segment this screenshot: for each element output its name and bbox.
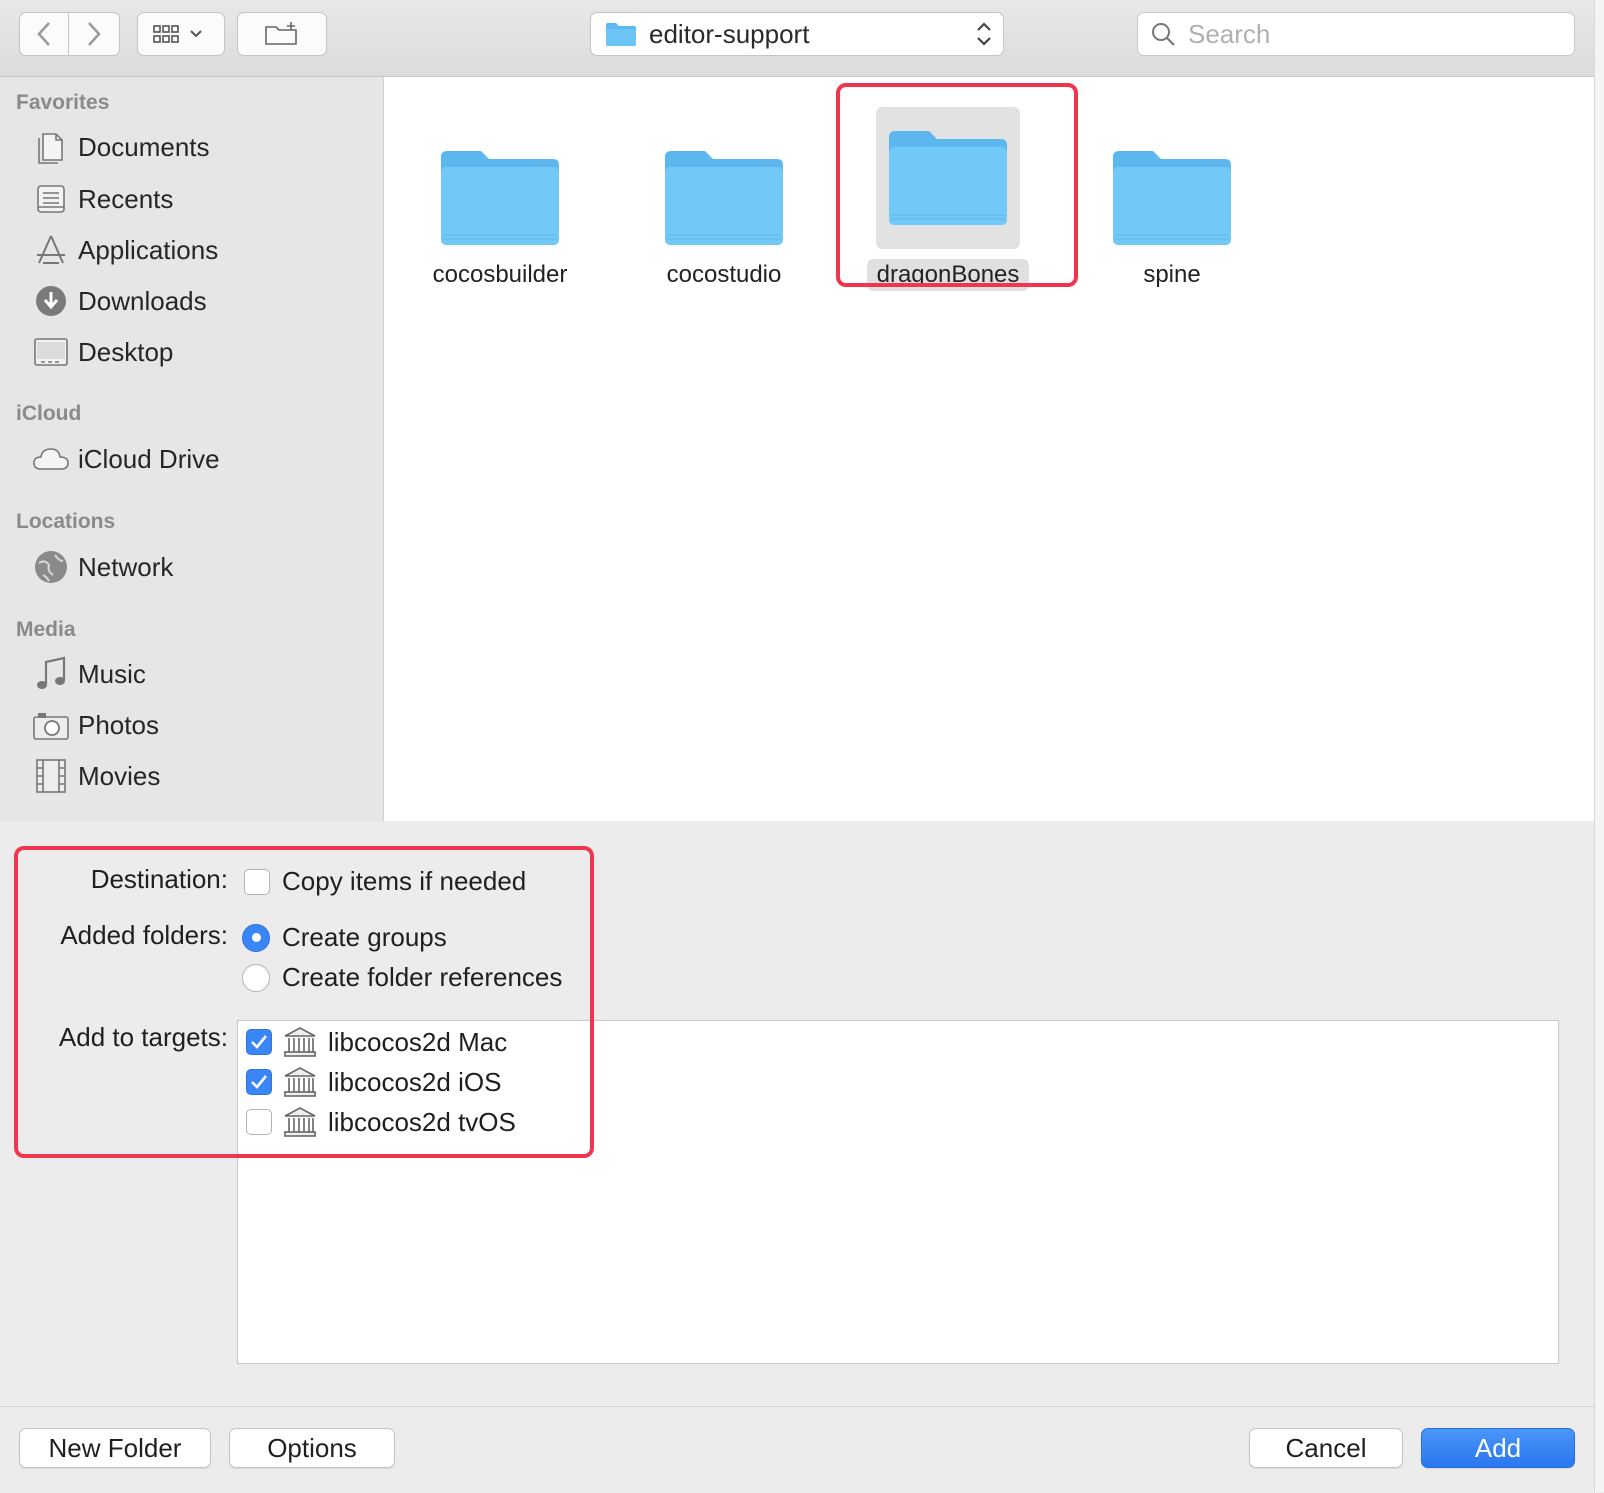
chevron-right-icon bbox=[88, 22, 101, 46]
sidebar-section-locations: Locations bbox=[16, 510, 116, 533]
sidebar-item-movies[interactable]: Movies bbox=[32, 754, 160, 798]
sidebar-item-icloud-drive[interactable]: iCloud Drive bbox=[32, 437, 220, 481]
film-icon bbox=[32, 758, 70, 794]
desktop-icon bbox=[32, 334, 70, 370]
camera-icon bbox=[32, 707, 70, 743]
path-popup[interactable]: editor-support bbox=[590, 12, 1004, 56]
search-icon bbox=[1152, 23, 1175, 46]
music-note-icon bbox=[32, 656, 70, 692]
sidebar-item-label: Movies bbox=[78, 760, 161, 791]
sidebar-item-documents[interactable]: Documents bbox=[32, 125, 210, 169]
back-button[interactable] bbox=[19, 12, 69, 56]
sidebar-item-applications[interactable]: Applications bbox=[32, 228, 218, 272]
cloud-icon bbox=[32, 441, 70, 477]
sidebar-item-label: Music bbox=[78, 658, 146, 689]
sidebar-section-favorites: Favorites bbox=[16, 91, 110, 114]
network-globe-icon bbox=[32, 549, 70, 585]
new-folder-toolbar-button[interactable] bbox=[237, 12, 327, 56]
folder-thumb bbox=[1100, 107, 1244, 249]
sidebar-item-network[interactable]: Network bbox=[32, 545, 173, 589]
add-button[interactable]: Add bbox=[1421, 1428, 1575, 1468]
sidebar: Favorites Documents Recents Applications… bbox=[0, 77, 384, 821]
recents-icon bbox=[32, 181, 70, 217]
sidebar-item-desktop[interactable]: Desktop bbox=[32, 330, 173, 374]
sidebar-item-label: Downloads bbox=[78, 285, 207, 316]
sidebar-item-label: Desktop bbox=[78, 336, 174, 367]
selection-highlight-box bbox=[836, 83, 1078, 287]
folder-icon bbox=[665, 151, 783, 245]
folder-thumb bbox=[652, 107, 796, 249]
sidebar-item-photos[interactable]: Photos bbox=[32, 703, 159, 747]
view-options-button[interactable] bbox=[137, 12, 225, 56]
folder-item-spine[interactable]: spine bbox=[1072, 107, 1272, 291]
sidebar-item-label: Photos bbox=[78, 709, 159, 740]
forward-button[interactable] bbox=[69, 12, 120, 56]
sidebar-item-recents[interactable]: Recents bbox=[32, 177, 173, 221]
sidebar-item-label: Applications bbox=[78, 234, 219, 265]
folder-thumb bbox=[428, 107, 572, 249]
folder-icon bbox=[441, 151, 559, 245]
path-label: editor-support bbox=[649, 18, 810, 49]
downloads-icon bbox=[32, 283, 70, 319]
sidebar-item-music[interactable]: Music bbox=[32, 652, 146, 696]
options-button[interactable]: Options bbox=[229, 1428, 395, 1468]
grid-view-icon bbox=[153, 25, 202, 43]
applications-icon bbox=[32, 232, 70, 268]
new-folder-button[interactable]: New Folder bbox=[19, 1428, 211, 1468]
window-edge bbox=[1594, 0, 1604, 1492]
folder-icon bbox=[606, 23, 636, 46]
documents-icon bbox=[32, 129, 70, 165]
sidebar-item-label: iCloud Drive bbox=[78, 443, 220, 474]
folder-icon bbox=[1113, 151, 1231, 245]
folder-name: cocosbuilder bbox=[432, 261, 568, 288]
sidebar-section-icloud: iCloud bbox=[16, 402, 82, 425]
chevron-left-icon bbox=[37, 22, 50, 46]
sidebar-item-downloads[interactable]: Downloads bbox=[32, 279, 207, 323]
sidebar-item-label: Recents bbox=[78, 183, 174, 214]
folder-item-cocosbuilder[interactable]: cocosbuilder bbox=[400, 107, 600, 291]
search-field[interactable] bbox=[1137, 12, 1575, 56]
folder-name: spine bbox=[1143, 261, 1201, 288]
search-input[interactable] bbox=[1186, 17, 1560, 51]
options-highlight-box bbox=[14, 846, 594, 1158]
folder-item-cocostudio[interactable]: cocostudio bbox=[624, 107, 824, 291]
new-folder-icon bbox=[265, 22, 297, 45]
cancel-button[interactable]: Cancel bbox=[1249, 1428, 1403, 1468]
up-down-chevron-icon bbox=[977, 22, 991, 46]
sidebar-item-label: Network bbox=[78, 551, 174, 582]
sidebar-section-media: Media bbox=[16, 618, 76, 641]
sidebar-item-label: Documents bbox=[78, 131, 210, 162]
folder-name: cocostudio bbox=[666, 261, 782, 288]
